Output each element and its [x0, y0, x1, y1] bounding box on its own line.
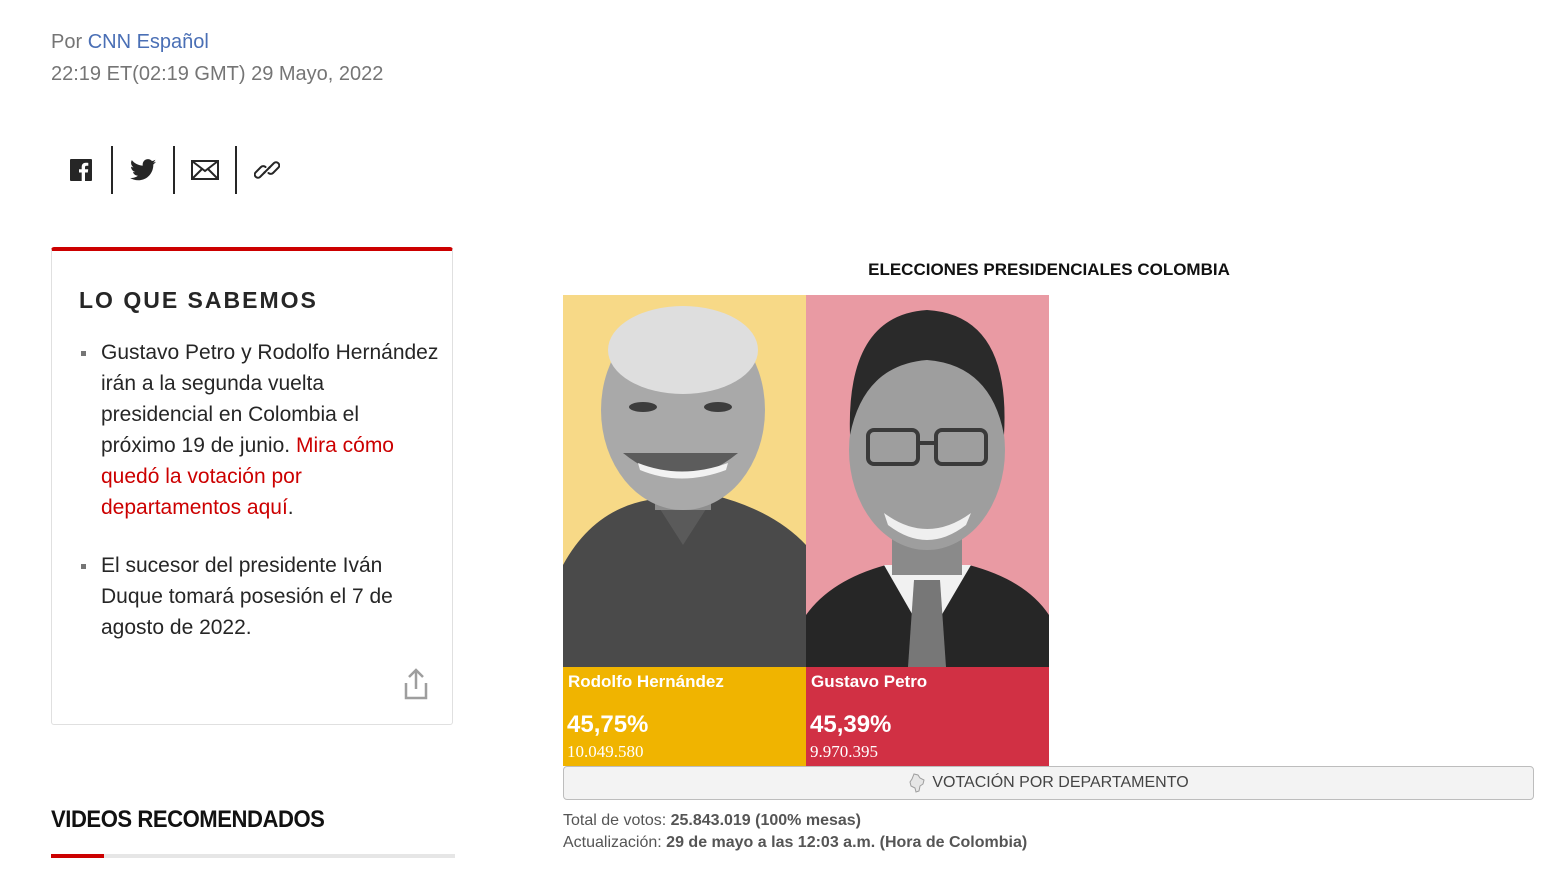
share-bar — [51, 146, 297, 194]
facebook-share-button[interactable] — [51, 146, 111, 194]
update-label: Actualización: — [563, 834, 662, 851]
candidate-percent: 45,39% — [810, 711, 892, 738]
byline-prefix: Por — [51, 31, 83, 53]
candidate-info: Rodolfo Hernández 45,75% 10.049.580 — [563, 667, 806, 766]
total-votes-line: Total de votos: 25.843.019 (100% mesas) — [563, 810, 1027, 832]
byline: Por CNN Español 22:19 ET(02:19 GMT) 29 M… — [51, 26, 383, 90]
candidate-card-petro: Gustavo Petro 45,39% 9.970.395 — [806, 295, 1049, 766]
election-title: ELECCIONES PRESIDENCIALES COLOMBIA — [868, 260, 1230, 279]
vote-by-department-button[interactable]: VOTACIÓN POR DEPARTAMENTO — [563, 766, 1534, 800]
colombia-map-icon — [909, 773, 925, 793]
update-value: 29 de mayo a las 12:03 a.m. (Hora de Col… — [666, 834, 1028, 851]
candidate-votes: 10.049.580 — [567, 742, 644, 761]
total-votes-label: Total de votos: — [563, 812, 667, 829]
what-we-know-list: Gustavo Petro y Rodolfo Hernández irán a… — [79, 337, 439, 670]
copy-link-button[interactable] — [237, 146, 297, 194]
candidate-percent: 45,75% — [567, 711, 649, 738]
what-we-know-title: LO QUE SABEMOS — [79, 287, 318, 313]
candidate-votes: 9.970.395 — [810, 742, 878, 761]
timestamp: 22:19 ET(02:19 GMT) 29 Mayo, 2022 — [51, 63, 384, 85]
what-we-know-box: LO QUE SABEMOS Gustavo Petro y Rodolfo H… — [51, 247, 453, 725]
list-item: El sucesor del presidente Iván Duque tom… — [79, 550, 439, 643]
link-icon — [254, 161, 280, 179]
bullet-end: . — [287, 496, 294, 519]
candidate-name: Gustavo Petro — [811, 672, 928, 691]
author-link[interactable]: CNN Español — [88, 31, 209, 53]
candidate-photo — [563, 295, 806, 667]
candidate-card-hernandez: Rodolfo Hernández 45,75% 10.049.580 — [563, 295, 806, 766]
list-item: Gustavo Petro y Rodolfo Hernández irán a… — [79, 337, 439, 523]
email-share-button[interactable] — [175, 146, 235, 194]
bullet-text: El sucesor del presidente Iván Duque tom… — [101, 554, 393, 639]
vote-totals: Total de votos: 25.843.019 (100% mesas) … — [563, 810, 1027, 854]
candidate-info: Gustavo Petro 45,39% 9.970.395 — [806, 667, 1049, 766]
videos-progress-bar — [51, 854, 455, 858]
recommended-videos-title: VIDEOS RECOMENDADOS — [51, 806, 325, 833]
update-line: Actualización: 29 de mayo a las 12:03 a.… — [563, 832, 1027, 854]
vote-by-department-label: VOTACIÓN POR DEPARTAMENTO — [932, 774, 1189, 791]
videos-progress-fill — [51, 854, 104, 858]
candidate-photo — [806, 295, 1049, 667]
twitter-icon — [130, 159, 156, 181]
twitter-share-button[interactable] — [113, 146, 173, 194]
author-line: Por CNN Español — [51, 26, 383, 58]
facebook-icon — [70, 159, 92, 181]
mail-icon — [191, 160, 219, 180]
total-votes-value: 25.843.019 (100% mesas) — [670, 812, 861, 829]
share-icon[interactable] — [401, 667, 431, 701]
candidate-name: Rodolfo Hernández — [568, 672, 724, 691]
